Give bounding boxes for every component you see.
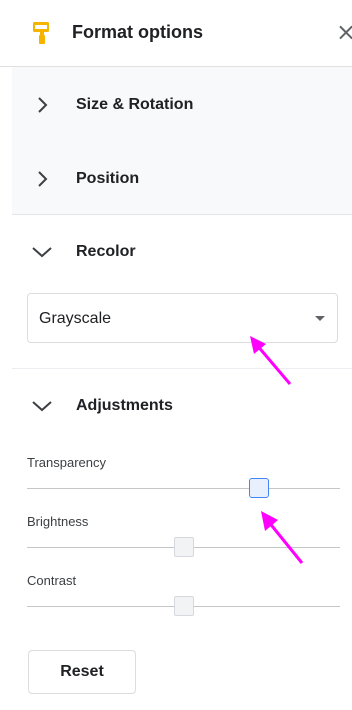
section-size-rotation[interactable]: Size & Rotation (0, 85, 352, 125)
chevron-right-icon (38, 171, 48, 187)
section-label: Adjustments (76, 397, 173, 414)
section-recolor[interactable]: Recolor (0, 232, 352, 272)
close-icon[interactable]: × (336, 20, 352, 44)
transparency-slider-track[interactable] (27, 488, 340, 489)
transparency-label: Transparency (27, 455, 106, 470)
section-label: Size & Rotation (76, 96, 194, 113)
dropdown-arrow-icon (315, 316, 325, 321)
chevron-down-icon (32, 401, 52, 412)
section-label: Recolor (76, 243, 136, 260)
section-adjustments[interactable]: Adjustments (0, 386, 352, 426)
brightness-slider-thumb[interactable] (173, 537, 194, 557)
contrast-label: Contrast (27, 573, 77, 588)
recolor-selected-value: Grayscale (39, 310, 112, 327)
panel-title: Format options (72, 22, 203, 42)
paint-roller-icon (33, 22, 49, 44)
annotation-arrow-icon (250, 336, 292, 385)
section-divider (12, 368, 352, 369)
transparency-slider-thumb[interactable] (248, 478, 269, 498)
annotation-arrow-icon (261, 511, 304, 564)
section-label: Position (76, 170, 140, 187)
section-position[interactable]: Position (0, 159, 352, 199)
reset-button[interactable]: Reset (28, 650, 136, 694)
brightness-label: Brightness (27, 514, 89, 529)
contrast-slider-thumb[interactable] (173, 596, 194, 616)
panel-header: Format options × (0, 0, 352, 67)
chevron-down-icon (32, 247, 52, 258)
chevron-right-icon (38, 97, 48, 113)
